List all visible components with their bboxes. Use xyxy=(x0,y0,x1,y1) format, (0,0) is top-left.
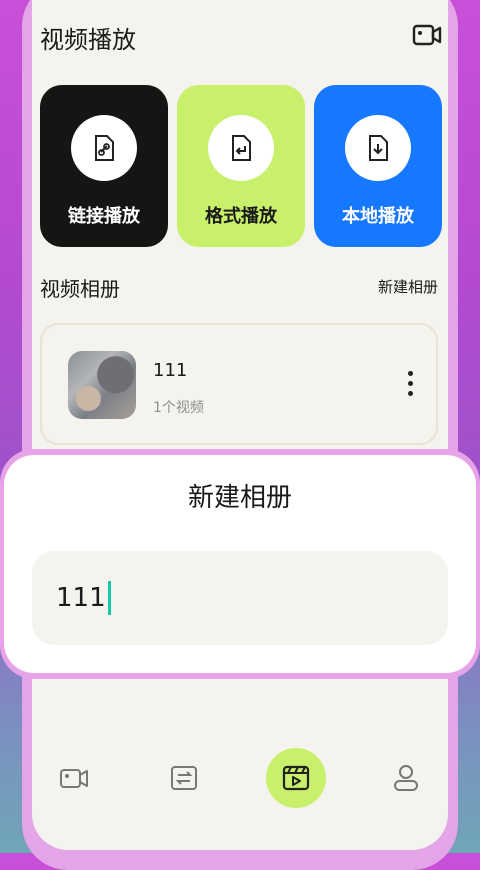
convert-file-icon xyxy=(208,115,274,181)
tab-profile-icon[interactable] xyxy=(376,748,436,808)
new-album-dialog: 新建相册 111 xyxy=(4,455,476,673)
tab-video-album-icon[interactable] xyxy=(266,748,326,808)
video-camera-icon[interactable] xyxy=(412,20,442,50)
link-play-tile[interactable]: 链接播放 xyxy=(40,85,168,247)
album-card[interactable]: 111 1个视频 xyxy=(40,323,438,445)
link-play-label: 链接播放 xyxy=(68,206,140,227)
album-name-input-value: 111 xyxy=(56,583,106,613)
dialog-title: 新建相册 xyxy=(187,483,292,513)
local-play-label: 本地播放 xyxy=(342,206,414,227)
text-caret xyxy=(107,581,111,615)
download-file-icon xyxy=(345,115,411,181)
album-name-input[interactable]: 111 xyxy=(32,551,448,645)
tab-swap-icon[interactable] xyxy=(154,748,214,808)
album-name: 111 xyxy=(153,360,188,381)
new-album-button[interactable]: 新建相册 xyxy=(378,276,438,297)
page-title: 视频播放 xyxy=(40,26,136,54)
more-options-icon[interactable] xyxy=(404,371,416,399)
format-play-label: 格式播放 xyxy=(205,206,277,227)
album-section-title: 视频相册 xyxy=(40,277,120,301)
local-play-tile[interactable]: 本地播放 xyxy=(314,85,442,247)
album-thumbnail xyxy=(68,351,136,419)
link-file-icon xyxy=(71,115,137,181)
album-video-count: 1个视频 xyxy=(153,400,204,416)
app-screen: 视频播放 链接播放 格式播放 本地播放 视频相册 新建相册 111 1个视频 xyxy=(32,0,448,850)
tab-video-camera-icon[interactable] xyxy=(44,748,104,808)
bottom-tab-bar xyxy=(32,748,448,812)
format-play-tile[interactable]: 格式播放 xyxy=(177,85,305,247)
